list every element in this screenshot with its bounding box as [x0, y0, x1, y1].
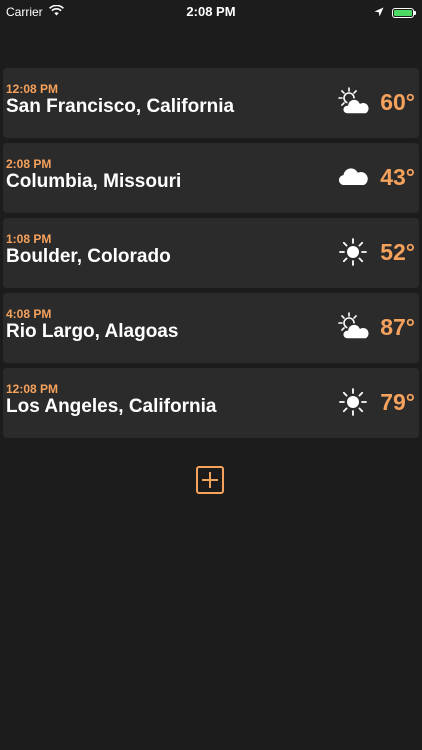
location-arrow-icon — [374, 5, 384, 20]
city-temperature: 52° — [380, 239, 415, 265]
sun-icon — [335, 386, 371, 418]
plus-icon — [202, 472, 218, 488]
city-temperature: 60° — [380, 89, 415, 115]
battery-icon — [392, 7, 416, 18]
add-city-button[interactable] — [196, 466, 224, 494]
sun-icon — [335, 236, 371, 268]
city-name: Rio Largo, Alagoas — [6, 321, 179, 342]
status-right — [374, 5, 416, 20]
city-local-time: 12:08 PM — [6, 82, 59, 96]
city-local-time: 12:08 PM — [6, 382, 59, 396]
city-temperature: 43° — [380, 164, 415, 190]
cloud-icon — [335, 161, 371, 193]
city-card[interactable]: 12:08 PM Los Angeles, California 79° — [3, 368, 419, 438]
status-time: 2:08 PM — [186, 4, 236, 19]
city-card[interactable]: 2:08 PM Columbia, Missouri 43° — [3, 143, 419, 213]
city-card[interactable]: 1:08 PM Boulder, Colorado 52° — [3, 218, 419, 288]
city-local-time: 1:08 PM — [6, 232, 52, 246]
city-name: Los Angeles, California — [6, 396, 217, 417]
partly-cloudy-icon — [335, 311, 371, 343]
city-local-time: 2:08 PM — [6, 157, 52, 171]
city-list: 12:08 PM San Francisco, California 60° 2:08… — [3, 68, 419, 443]
battery-level — [394, 9, 412, 16]
city-temperature: 87° — [380, 314, 415, 340]
city-name: Boulder, Colorado — [6, 246, 171, 267]
partly-cloudy-icon — [335, 86, 371, 118]
city-card[interactable]: 4:08 PM Rio Largo, Alagoas 87° — [3, 293, 419, 363]
city-card[interactable]: 12:08 PM San Francisco, California 60° — [3, 68, 419, 138]
city-name: San Francisco, California — [6, 96, 235, 117]
city-local-time: 4:08 PM — [6, 307, 52, 321]
status-bar: Carrier 2:08 PM — [0, 0, 422, 22]
city-name: Columbia, Missouri — [6, 171, 182, 192]
city-temperature: 79° — [380, 389, 415, 415]
